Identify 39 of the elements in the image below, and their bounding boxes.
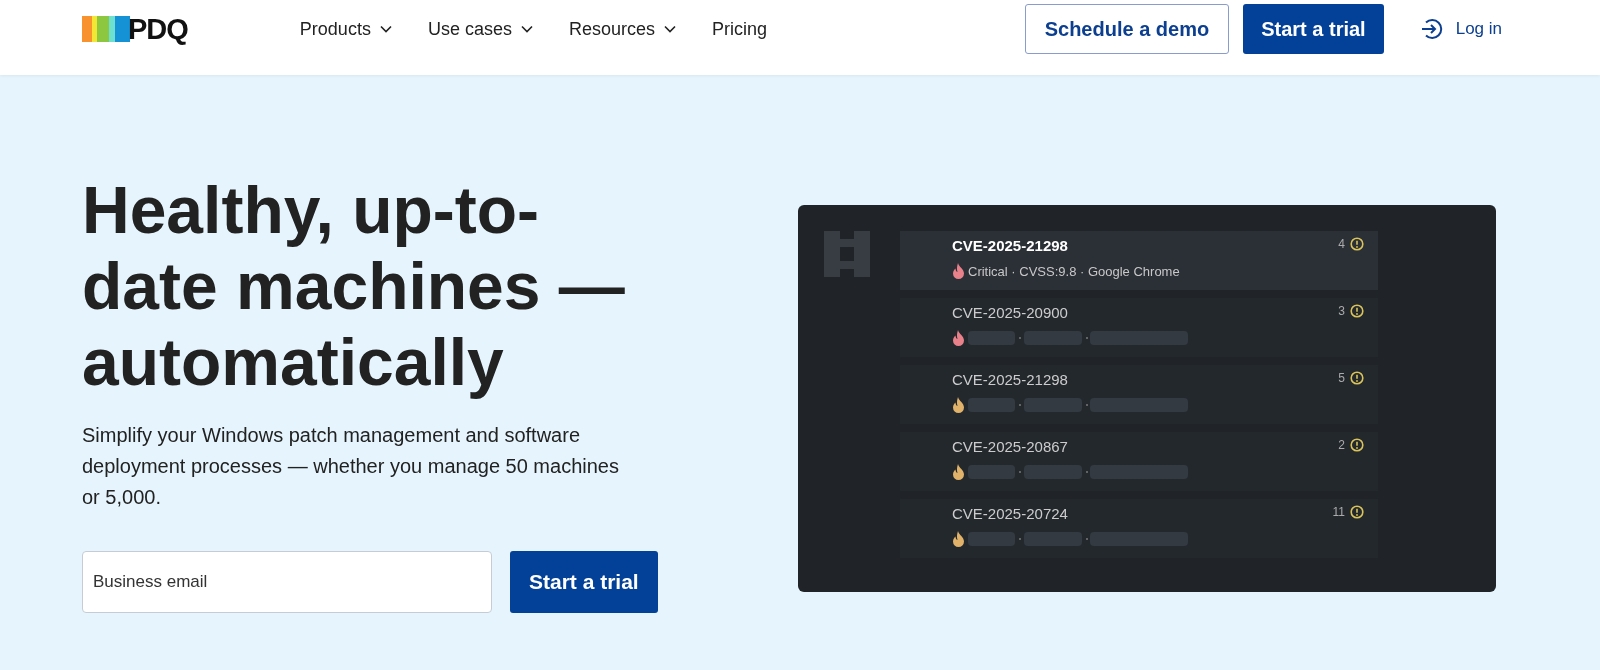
issue-count: 11 (1332, 505, 1345, 519)
schedule-demo-button[interactable]: Schedule a demo (1024, 4, 1230, 54)
cve-row[interactable]: CVE-2025-21298 5 (900, 365, 1378, 424)
cve-row[interactable]: CVE-2025-20900 3 (900, 298, 1378, 357)
email-input-field[interactable]: Business email (82, 551, 492, 613)
cve-id: CVE-2025-21298 (952, 371, 1068, 388)
chevron-down-icon (664, 25, 676, 33)
warning-icon (1350, 237, 1364, 251)
login-link[interactable]: Log in (1419, 17, 1502, 41)
issue-count: 2 (1338, 438, 1345, 452)
nav-menu-item[interactable]: Use cases (427, 18, 533, 40)
start-trial-button[interactable]: Start a trial (1243, 4, 1384, 54)
issue-count: 3 (1338, 304, 1345, 318)
hero-heading: Healthy, up-to-date machines — automatically (82, 172, 626, 400)
nav-menu-item[interactable]: Pricing (712, 18, 767, 40)
cve-row[interactable]: CVE-2025-20724 11 (900, 499, 1378, 558)
cve-id: CVE-2025-21298 (952, 237, 1068, 254)
logo-stripes-icon (82, 16, 130, 42)
cve-id: CVE-2025-20724 (952, 505, 1068, 522)
cve-id: CVE-2025-20900 (952, 304, 1068, 321)
start-trial-button[interactable]: Start a trial (510, 551, 658, 613)
warning-icon (1350, 438, 1364, 452)
cve-details: Critical · CVSS:9.8 · Google Chrome (968, 263, 1180, 279)
warning-icon (1350, 505, 1364, 519)
warning-icon (1350, 371, 1364, 385)
cve-row[interactable]: CVE-2025-21298 Critical · CVSS:9.8 · Google Chrome 4 (900, 231, 1378, 290)
app-logo-icon (824, 231, 870, 277)
chevron-down-icon (379, 25, 392, 33)
logo-wordmark[interactable]: PDQ (128, 12, 188, 46)
login-icon (1419, 17, 1444, 41)
cve-id: CVE-2025-20867 (952, 438, 1068, 455)
nav-menu-item[interactable]: Resources (568, 18, 676, 40)
nav-menu-item[interactable]: Products (299, 18, 392, 40)
chevron-down-icon (520, 25, 533, 33)
issue-count: 4 (1338, 237, 1345, 251)
warning-icon (1350, 304, 1364, 318)
hero-description: Simplify your Windows patch management and software deployment processes — whether you manage 50 machines or 5,000. (82, 423, 620, 510)
issue-count: 5 (1338, 371, 1345, 385)
cve-row[interactable]: CVE-2025-20867 2 (900, 432, 1378, 491)
